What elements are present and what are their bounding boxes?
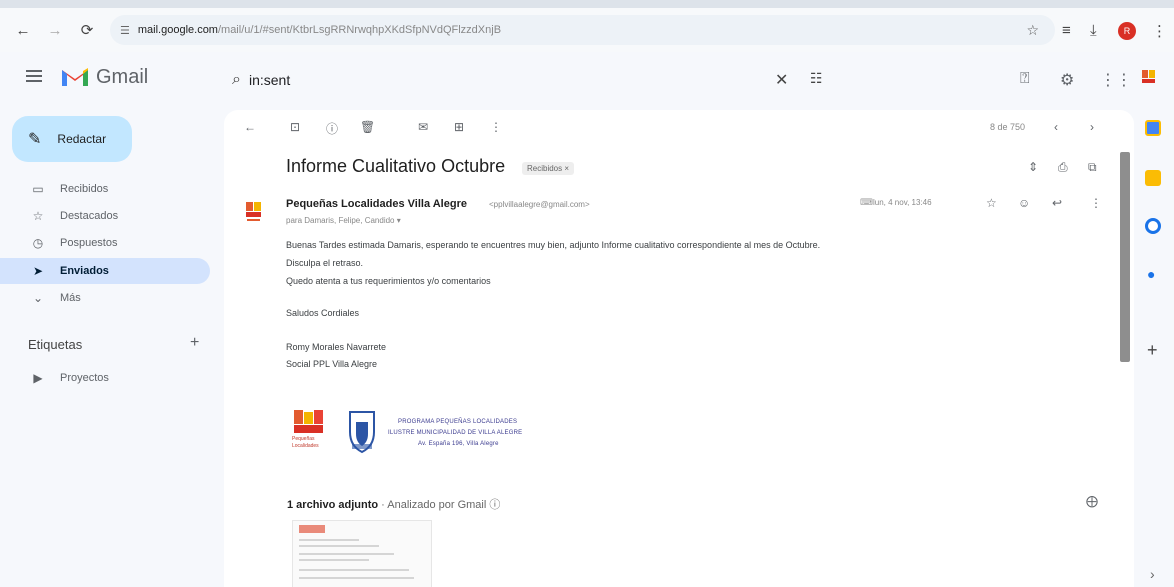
forward-icon[interactable]: → [44,20,66,42]
email-body-line: Quedo atenta a tus requerimientos y/o co… [286,276,491,286]
profile-avatar[interactable]: R [1118,22,1136,40]
nav-item-label: Recibidos [60,183,109,195]
add-label-icon[interactable]: + [190,334,199,352]
sender-avatar[interactable] [244,200,264,224]
browser-toolbar: ← → ⟳ ☰ mail.google.com /mail/u/1/#sent/… [0,8,1174,52]
signature-org-line: PROGRAMA PEQUEÑAS LOCALIDADES [398,419,518,425]
sender-name: Pequeñas Localidades Villa Alegre [286,198,467,210]
municipal-seal-icon [349,411,375,454]
add-to-drive-icon[interactable]: ⨁ [1086,494,1098,508]
pencil-icon: ✎ [28,131,42,148]
prev-email-icon[interactable]: ‹ [1054,120,1058,134]
email-body-line: Disculpa el retraso. [286,258,364,268]
address-bar[interactable]: ☰ mail.google.com /mail/u/1/#sent/KtbrLs… [110,15,1055,45]
nav-item-more[interactable]: ⌄ Más [0,285,210,311]
archive-icon[interactable]: ⊡ [290,120,300,134]
help-icon[interactable]: ⍰ [1020,70,1030,88]
expand-side-panel-icon[interactable]: › [1150,566,1155,582]
report-spam-icon[interactable]: ⓘ [326,120,338,137]
browser-tabstrip [0,0,1174,8]
mark-unread-icon[interactable]: ✉ [418,120,428,134]
back-to-list-icon[interactable]: ← [244,120,256,134]
clock-icon: ◷ [32,236,44,250]
label-item-proyectos[interactable]: ▶ Proyectos [0,365,210,391]
print-icon[interactable]: ⎙ [1058,160,1068,175]
next-email-icon[interactable]: › [1090,120,1094,134]
search-input[interactable]: in:sent [249,72,290,88]
url-host: mail.google.com [137,24,218,36]
nav-item-snoozed[interactable]: ◷ Pospuestos [0,230,210,256]
attachment-thumbnail[interactable] [292,520,432,587]
email-date: lun, 4 nov, 13:46 [873,198,932,207]
nav-item-label: Más [60,292,81,304]
email-body-line: Buenas Tardes estimada Damaris, esperand… [286,240,821,250]
reading-list-icon[interactable]: ≡ [1062,22,1071,39]
labels-heading: Etiquetas [28,337,83,352]
bookmark-star-icon[interactable]: ☆ [1026,22,1039,39]
settings-gear-icon[interactable]: ⚙ [1060,70,1074,90]
nav-item-starred[interactable]: ☆ Destacados [0,203,210,229]
email-body-line: Social PPL Villa Alegre [286,359,378,369]
compose-label: Redactar [57,132,107,146]
open-new-window-icon[interactable]: ⧉ [1088,160,1097,175]
nav-item-label: Enviados [60,265,109,277]
scrollbar[interactable] [1120,152,1130,362]
download-icon[interactable]: ⤓ [1090,22,1097,39]
nav-item-label: Pospuestos [60,237,118,249]
attachments-scan-note: · Analizado por Gmail ⓘ [381,499,501,511]
more-options-icon[interactable]: ⋮ [1090,196,1102,210]
apps-grid-icon[interactable]: ⋮⋮ [1100,70,1132,90]
tasks-icon[interactable] [1145,218,1161,234]
nav-item-label: Destacados [60,210,119,222]
keep-icon[interactable] [1145,170,1161,186]
recipients[interactable]: para Damaris, Felipe, Candido ▾ [286,216,401,225]
url-path: /mail/u/1/#sent/KtbrLsgRRNrwqhpXKdSfpNVd… [217,24,502,36]
clear-search-icon[interactable]: ✕ [775,70,788,90]
browser-menu-icon[interactable]: ⋮ [1152,22,1167,40]
email-subject: Informe Cualitativo Octubre [286,156,506,176]
search-icon[interactable]: ⌕ [232,71,241,89]
label-chip[interactable]: Recibidos × [522,162,575,175]
signature-org-line: ILUSTRE MUNICIPALIDAD DE VILLA ALEGRE [388,430,523,436]
signature-logo-text: Pequeñas Localidades [292,436,319,449]
attachments-count: 1 archivo adjunto [287,499,379,511]
back-icon[interactable]: ← [12,20,34,42]
star-icon: ☆ [32,209,44,223]
nav-item-sent[interactable]: ➤ Enviados [0,258,210,284]
star-email-icon[interactable]: ☆ [986,196,997,210]
calendar-icon[interactable] [1145,120,1161,136]
sender-email: <pplvillaalegre@gmail.com> [489,200,590,209]
delete-icon[interactable]: 🗑 [360,120,375,134]
signature-org-line: Av. España 196, Villa Alegre [418,441,499,447]
search-bar[interactable]: ⌕ in:sent ✕ ☷ [220,60,840,100]
contacts-icon[interactable]: ● [1147,266,1155,282]
app-name: Gmail [96,66,149,88]
account-avatar[interactable] [1140,68,1158,88]
more-actions-icon[interactable]: ⋮ [490,120,502,134]
move-to-icon[interactable]: ⊞ [454,120,464,134]
inbox-icon: ▭ [32,182,44,196]
send-icon: ➤ [32,264,44,278]
attachment-clip-icon: ⌨ [860,197,873,207]
chevron-down-icon: ⌄ [32,291,44,305]
add-addon-icon[interactable]: + [1147,340,1158,361]
label-item-text: Proyectos [60,372,109,384]
site-settings-icon[interactable]: ☰ [120,24,130,37]
reply-icon[interactable]: ↩ [1052,196,1062,210]
expand-all-icon[interactable]: ⇕ [1028,160,1038,174]
gmail-logo-icon [62,68,88,86]
email-body-line: Saludos Cordiales [286,308,360,318]
emoji-react-icon[interactable]: ☺ [1018,196,1030,210]
reload-icon[interactable]: ⟳ [76,20,98,42]
search-options-icon[interactable]: ☷ [810,70,823,87]
email-body-line: Romy Morales Navarrete [286,342,387,352]
main-menu-icon[interactable] [26,70,42,82]
compose-button[interactable]: ✎ Redactar [12,116,132,162]
nav-item-inbox[interactable]: ▭ Recibidos [0,176,210,202]
attachments-header: 1 archivo adjunto · Analizado por Gmail … [287,496,500,512]
label-tag-icon: ▶ [33,371,43,385]
pagination-text: 8 de 750 [990,122,1026,132]
